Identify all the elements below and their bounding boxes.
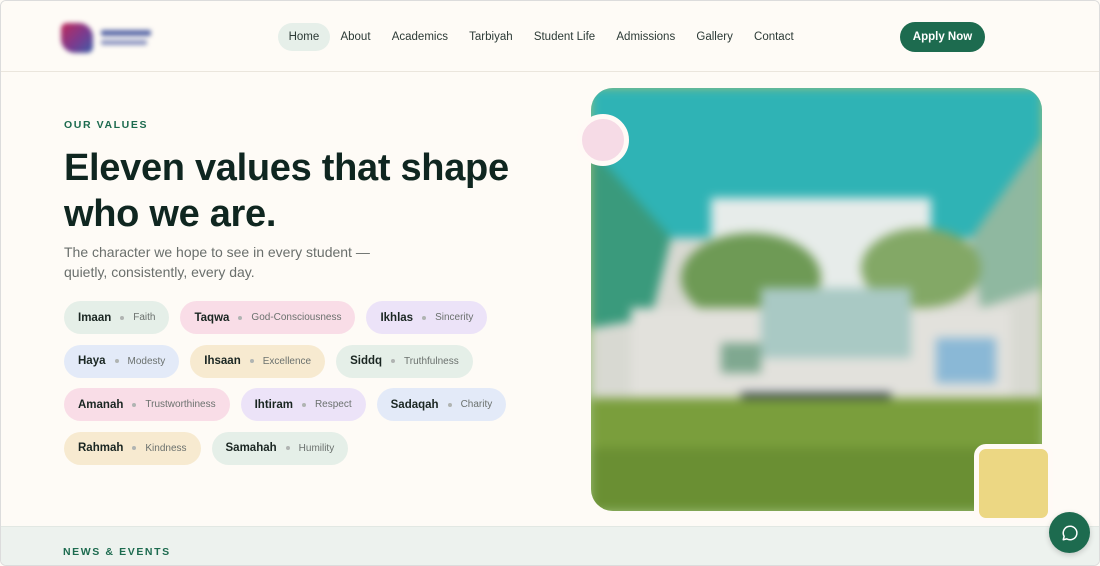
school-logo[interactable] [61, 21, 153, 55]
value-meaning: Excellence [262, 355, 312, 367]
value-name: Imaan [78, 311, 112, 324]
value-meaning: God-Consciousness [251, 312, 342, 323]
value-chip-imaan: Imaan Faith [64, 301, 170, 334]
value-name: Ihtiram [254, 398, 293, 411]
main-nav: Home About Academics Tarbiyah Student Li… [278, 23, 804, 51]
value-meaning: Faith [133, 312, 156, 323]
hero-image-drawing [591, 88, 1042, 511]
value-meaning: Humility [298, 442, 335, 454]
value-name: Taqwa [194, 311, 230, 324]
hero-subtitle: The character we hope to see in every st… [64, 244, 370, 280]
value-chip-ihsaan: Ihsaan Excellence [190, 344, 326, 378]
nav-student-life[interactable]: Student Life [523, 23, 606, 51]
nav-tarbiyah[interactable]: Tarbiyah [459, 23, 524, 51]
value-meaning: Sincerity [435, 312, 474, 323]
value-name: Rahmah [78, 442, 124, 454]
decorative-circle [577, 114, 629, 166]
value-name: Haya [78, 355, 106, 367]
value-meaning: Charity [460, 399, 493, 410]
value-name: Ihsaan [204, 355, 241, 367]
value-meaning: Kindness [145, 442, 187, 454]
value-name: Siddq [350, 355, 383, 367]
value-name: Ikhlas [380, 311, 414, 324]
value-meaning: Truthfulness [404, 355, 459, 367]
value-name: Amanah [78, 398, 124, 411]
value-meaning: Respect [314, 399, 352, 410]
title-line-1: Eleven values that shape [64, 147, 509, 189]
decorative-square [974, 444, 1053, 523]
value-chip-rahmah: Rahmah Kindness [64, 431, 201, 465]
page-title: Eleven values that shape who we are. [64, 145, 534, 237]
value-meaning: Trustworthiness [145, 399, 216, 410]
news-events-section: NEWS & EVENTS [1, 526, 1099, 565]
value-chip-sadaqah: Sadaqah Charity [376, 388, 507, 421]
nav-home[interactable]: Home [278, 23, 330, 51]
value-chip-haya: Haya Modesty [64, 344, 180, 378]
nav-gallery[interactable]: Gallery [686, 23, 744, 51]
value-chip-ikhlas: Ikhlas Sincerity [366, 301, 488, 334]
site-header: Home About Academics Tarbiyah Student Li… [1, 1, 1099, 72]
hero-image [591, 88, 1042, 511]
value-chip-taqwa: Taqwa God-Consciousness [180, 301, 356, 334]
title-line-2: who we are. [64, 193, 277, 235]
value-chip-amanah: Amanah Trustworthiness [64, 388, 230, 421]
nav-academics[interactable]: Academics [381, 23, 458, 51]
nav-contact[interactable]: Contact [743, 23, 804, 51]
page: Home About Academics Tarbiyah Student Li… [0, 0, 1100, 566]
value-chip-ihtiram: Ihtiram Respect [240, 388, 366, 421]
chat-button[interactable] [1049, 512, 1090, 553]
nav-admissions[interactable]: Admissions [606, 23, 686, 51]
value-chip-samahah: Samahah Humility [211, 431, 349, 465]
logo-mark-icon [61, 23, 93, 53]
values-list: Imaan Faith Taqwa God-Consciousness Ikhlas… [64, 301, 544, 475]
value-name: Samahah [225, 442, 277, 454]
news-events-label: NEWS & EVENTS [63, 546, 171, 558]
chat-bubble-icon [1062, 524, 1078, 540]
section-eyebrow: OUR VALUES [64, 119, 149, 131]
value-chip-siddq: Siddq Truthfulness [336, 344, 473, 378]
value-name: Sadaqah [390, 398, 439, 411]
apply-now-button[interactable]: Apply Now [900, 22, 985, 52]
value-meaning: Modesty [127, 355, 166, 367]
nav-about[interactable]: About [330, 23, 381, 51]
